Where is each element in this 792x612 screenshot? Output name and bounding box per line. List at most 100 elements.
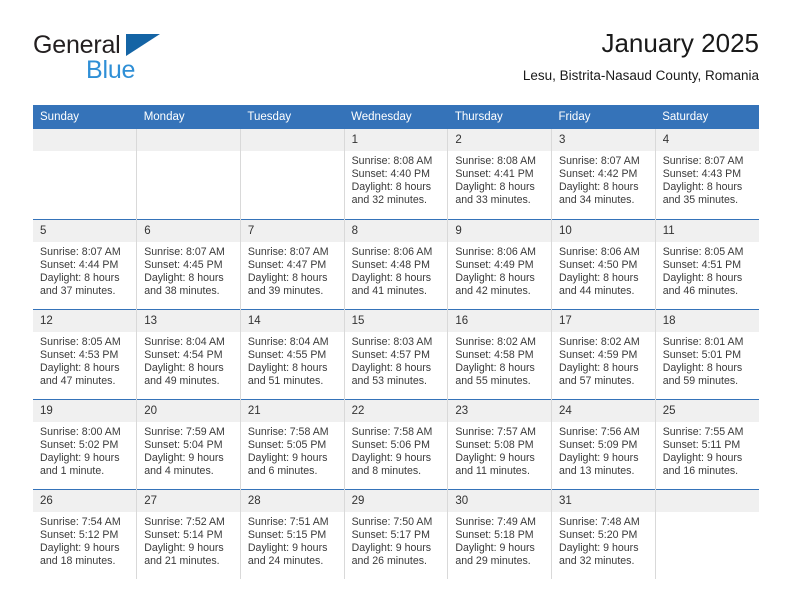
day-details: Sunrise: 7:49 AM Sunset: 5:18 PM Daylight:… xyxy=(448,512,551,568)
day-number: 1 xyxy=(344,129,448,151)
daylight-hours-text: Daylight: 8 hours xyxy=(247,361,328,374)
sunset-text: Sunset: 5:18 PM xyxy=(455,528,534,541)
sunrise-text: Sunrise: 7:57 AM xyxy=(455,425,536,438)
daylight-minutes-text: and 38 minutes. xyxy=(144,284,220,297)
calendar-day-cell[interactable]: 9 Sunrise: 8:06 AM Sunset: 4:49 PM Daylight… xyxy=(447,218,553,309)
calendar-day-cell[interactable]: 4 Sunrise: 8:07 AM Sunset: 4:43 PM Daylight… xyxy=(654,129,759,219)
sunrise-text: Sunrise: 8:05 AM xyxy=(40,335,121,348)
day-details: Sunrise: 7:58 AM Sunset: 5:05 PM Daylight:… xyxy=(241,422,344,478)
daylight-minutes-text: and 44 minutes. xyxy=(559,284,635,297)
sunset-text: Sunset: 4:42 PM xyxy=(559,168,638,181)
sunset-text: Sunset: 5:12 PM xyxy=(40,528,119,541)
calendar-day-cell[interactable]: 15 Sunrise: 8:03 AM Sunset: 4:57 PM Dayligh… xyxy=(343,308,449,399)
calendar-day-cell[interactable]: 24 Sunrise: 7:56 AM Sunset: 5:09 PM Dayligh… xyxy=(551,398,656,489)
sunset-text: Sunset: 5:06 PM xyxy=(351,438,430,451)
sunrise-text: Sunrise: 7:55 AM xyxy=(662,425,744,438)
calendar-day-cell[interactable]: 22 Sunrise: 7:58 AM Sunset: 5:06 PM Dayligh… xyxy=(343,398,449,489)
daylight-minutes-text: and 37 minutes. xyxy=(40,284,116,297)
calendar-day-cell[interactable]: 6 Sunrise: 8:07 AM Sunset: 4:45 PM Daylight… xyxy=(136,218,241,309)
calendar-day-cell[interactable]: 1 Sunrise: 8:08 AM Sunset: 4:40 PM Daylight… xyxy=(343,129,449,219)
day-details: Sunrise: 8:07 AM Sunset: 4:45 PM Daylight:… xyxy=(137,242,240,298)
sunset-text: Sunset: 4:45 PM xyxy=(144,258,223,271)
day-number: 13 xyxy=(137,309,240,332)
sunrise-text: Sunrise: 8:00 AM xyxy=(40,425,121,438)
calendar-day-cell[interactable]: 27 Sunrise: 7:52 AM Sunset: 5:14 PM Dayligh… xyxy=(136,488,241,579)
calendar-day-cell[interactable]: 19 Sunrise: 8:00 AM Sunset: 5:02 PM Dayligh… xyxy=(33,398,138,489)
sunset-text: Sunset: 5:02 PM xyxy=(40,438,119,451)
daylight-minutes-text: and 35 minutes. xyxy=(662,194,739,207)
day-number xyxy=(655,489,759,512)
sunrise-text: Sunrise: 8:06 AM xyxy=(559,245,640,258)
day-details: Sunrise: 7:50 AM Sunset: 5:17 PM Daylight:… xyxy=(345,512,448,568)
daylight-minutes-text: and 41 minutes. xyxy=(351,284,427,297)
daylight-minutes-text: and 39 minutes. xyxy=(247,284,324,297)
calendar-day-cell[interactable]: 14 Sunrise: 8:04 AM Sunset: 4:55 PM Dayligh… xyxy=(239,308,345,399)
sunset-text: Sunset: 4:43 PM xyxy=(662,168,742,181)
daylight-hours-text: Daylight: 8 hours xyxy=(351,181,432,194)
calendar-day-cell[interactable]: 29 Sunrise: 7:50 AM Sunset: 5:17 PM Dayligh… xyxy=(343,488,449,579)
calendar-day-cell[interactable]: 8 Sunrise: 8:06 AM Sunset: 4:48 PM Daylight… xyxy=(343,218,449,309)
sunrise-text: Sunrise: 8:07 AM xyxy=(662,155,744,167)
calendar-day-cell[interactable]: 11 Sunrise: 8:05 AM Sunset: 4:51 PM Dayligh… xyxy=(654,218,759,309)
sunrise-text: Sunrise: 8:07 AM xyxy=(247,245,329,258)
calendar-day-cell[interactable]: 5 Sunrise: 8:07 AM Sunset: 4:44 PM Daylight… xyxy=(33,218,138,309)
calendar-day-cell[interactable]: 28 Sunrise: 7:51 AM Sunset: 5:15 PM Dayligh… xyxy=(239,488,345,579)
calendar-day-cell[interactable]: 12 Sunrise: 8:05 AM Sunset: 4:53 PM Dayligh… xyxy=(33,308,138,399)
calendar-day-cell[interactable]: 31 Sunrise: 7:48 AM Sunset: 5:20 PM Dayligh… xyxy=(551,488,656,579)
daylight-hours-text: Daylight: 8 hours xyxy=(351,361,432,374)
daylight-minutes-text: and 33 minutes. xyxy=(455,194,531,207)
daylight-hours-text: Daylight: 9 hours xyxy=(144,541,224,554)
daylight-minutes-text: and 6 minutes. xyxy=(247,464,318,477)
day-number: 17 xyxy=(552,309,655,332)
calendar-grid: Sunday Monday Tuesday Wednesday Thursday Frid… xyxy=(33,105,759,579)
day-details: Sunrise: 7:52 AM Sunset: 5:14 PM Daylight:… xyxy=(137,512,240,568)
calendar-day-cell[interactable]: 2 Sunrise: 8:08 AM Sunset: 4:41 PM Daylight… xyxy=(447,129,553,219)
sunset-text: Sunset: 5:17 PM xyxy=(351,528,430,541)
generalblue-logo[interactable]: General Blue xyxy=(33,32,233,88)
calendar-day-cell[interactable]: 23 Sunrise: 7:57 AM Sunset: 5:08 PM Dayligh… xyxy=(447,398,553,489)
calendar-header-row: Sunday Monday Tuesday Wednesday Thursday Frid… xyxy=(33,105,759,129)
day-number: 23 xyxy=(448,399,552,422)
day-number: 27 xyxy=(137,489,240,512)
sunrise-text: Sunrise: 7:48 AM xyxy=(559,515,640,528)
day-details: Sunrise: 8:04 AM Sunset: 4:54 PM Daylight:… xyxy=(137,332,240,388)
calendar-day-cell[interactable]: 20 Sunrise: 7:59 AM Sunset: 5:04 PM Dayligh… xyxy=(136,398,241,489)
day-details: Sunrise: 8:06 AM Sunset: 4:48 PM Daylight:… xyxy=(345,242,448,298)
day-details: Sunrise: 8:06 AM Sunset: 4:49 PM Daylight:… xyxy=(448,242,551,298)
sunset-text: Sunset: 5:11 PM xyxy=(662,438,741,451)
sunset-text: Sunset: 5:15 PM xyxy=(247,528,327,541)
sunrise-text: Sunrise: 7:56 AM xyxy=(559,425,640,438)
calendar-day-cell[interactable]: 26 Sunrise: 7:54 AM Sunset: 5:12 PM Dayligh… xyxy=(33,488,138,579)
day-details: Sunrise: 7:54 AM Sunset: 5:12 PM Daylight:… xyxy=(33,512,136,568)
calendar-day-cell[interactable]: 3 Sunrise: 8:07 AM Sunset: 4:42 PM Daylight… xyxy=(551,129,656,219)
daylight-hours-text: Daylight: 9 hours xyxy=(144,451,224,464)
calendar-day-cell[interactable]: 13 Sunrise: 8:04 AM Sunset: 4:54 PM Dayligh… xyxy=(136,308,241,399)
day-details: Sunrise: 7:58 AM Sunset: 5:06 PM Daylight:… xyxy=(345,422,448,478)
calendar-day-cell[interactable]: 21 Sunrise: 7:58 AM Sunset: 5:05 PM Dayligh… xyxy=(239,398,345,489)
day-number: 11 xyxy=(655,219,759,242)
calendar-page: General Blue January 2025 Lesu, Bistrita… xyxy=(0,0,792,612)
daylight-hours-text: Daylight: 8 hours xyxy=(455,181,535,194)
daylight-hours-text: Daylight: 8 hours xyxy=(40,271,120,284)
sunset-text: Sunset: 4:55 PM xyxy=(247,348,327,361)
daylight-hours-text: Daylight: 8 hours xyxy=(144,271,224,284)
page-title: January 2025 xyxy=(601,28,759,58)
daylight-hours-text: Daylight: 8 hours xyxy=(144,361,224,374)
day-number: 8 xyxy=(344,219,448,242)
calendar-day-cell[interactable]: 10 Sunrise: 8:06 AM Sunset: 4:50 PM Dayligh… xyxy=(551,218,656,309)
calendar-day-cell[interactable]: 25 Sunrise: 7:55 AM Sunset: 5:11 PM Dayligh… xyxy=(654,398,759,489)
calendar-day-cell[interactable]: 7 Sunrise: 8:07 AM Sunset: 4:47 PM Daylight… xyxy=(239,218,345,309)
calendar-week-row: 19 Sunrise: 8:00 AM Sunset: 5:02 PM Dayligh… xyxy=(33,398,759,489)
calendar-cell-empty xyxy=(654,488,759,579)
calendar-day-cell[interactable]: 18 Sunrise: 8:01 AM Sunset: 5:01 PM Dayligh… xyxy=(654,308,759,399)
day-details: Sunrise: 7:59 AM Sunset: 5:04 PM Daylight:… xyxy=(137,422,240,478)
calendar-day-cell[interactable]: 17 Sunrise: 8:02 AM Sunset: 4:59 PM Dayligh… xyxy=(551,308,656,399)
day-number: 14 xyxy=(240,309,344,332)
day-details: Sunrise: 7:48 AM Sunset: 5:20 PM Daylight:… xyxy=(552,512,655,568)
day-details: Sunrise: 8:06 AM Sunset: 4:50 PM Daylight:… xyxy=(552,242,655,298)
sunset-text: Sunset: 5:20 PM xyxy=(559,528,638,541)
calendar-day-cell[interactable]: 16 Sunrise: 8:02 AM Sunset: 4:58 PM Dayligh… xyxy=(447,308,553,399)
day-number xyxy=(33,129,137,151)
daylight-hours-text: Daylight: 9 hours xyxy=(40,451,120,464)
calendar-day-cell[interactable]: 30 Sunrise: 7:49 AM Sunset: 5:18 PM Dayligh… xyxy=(447,488,553,579)
